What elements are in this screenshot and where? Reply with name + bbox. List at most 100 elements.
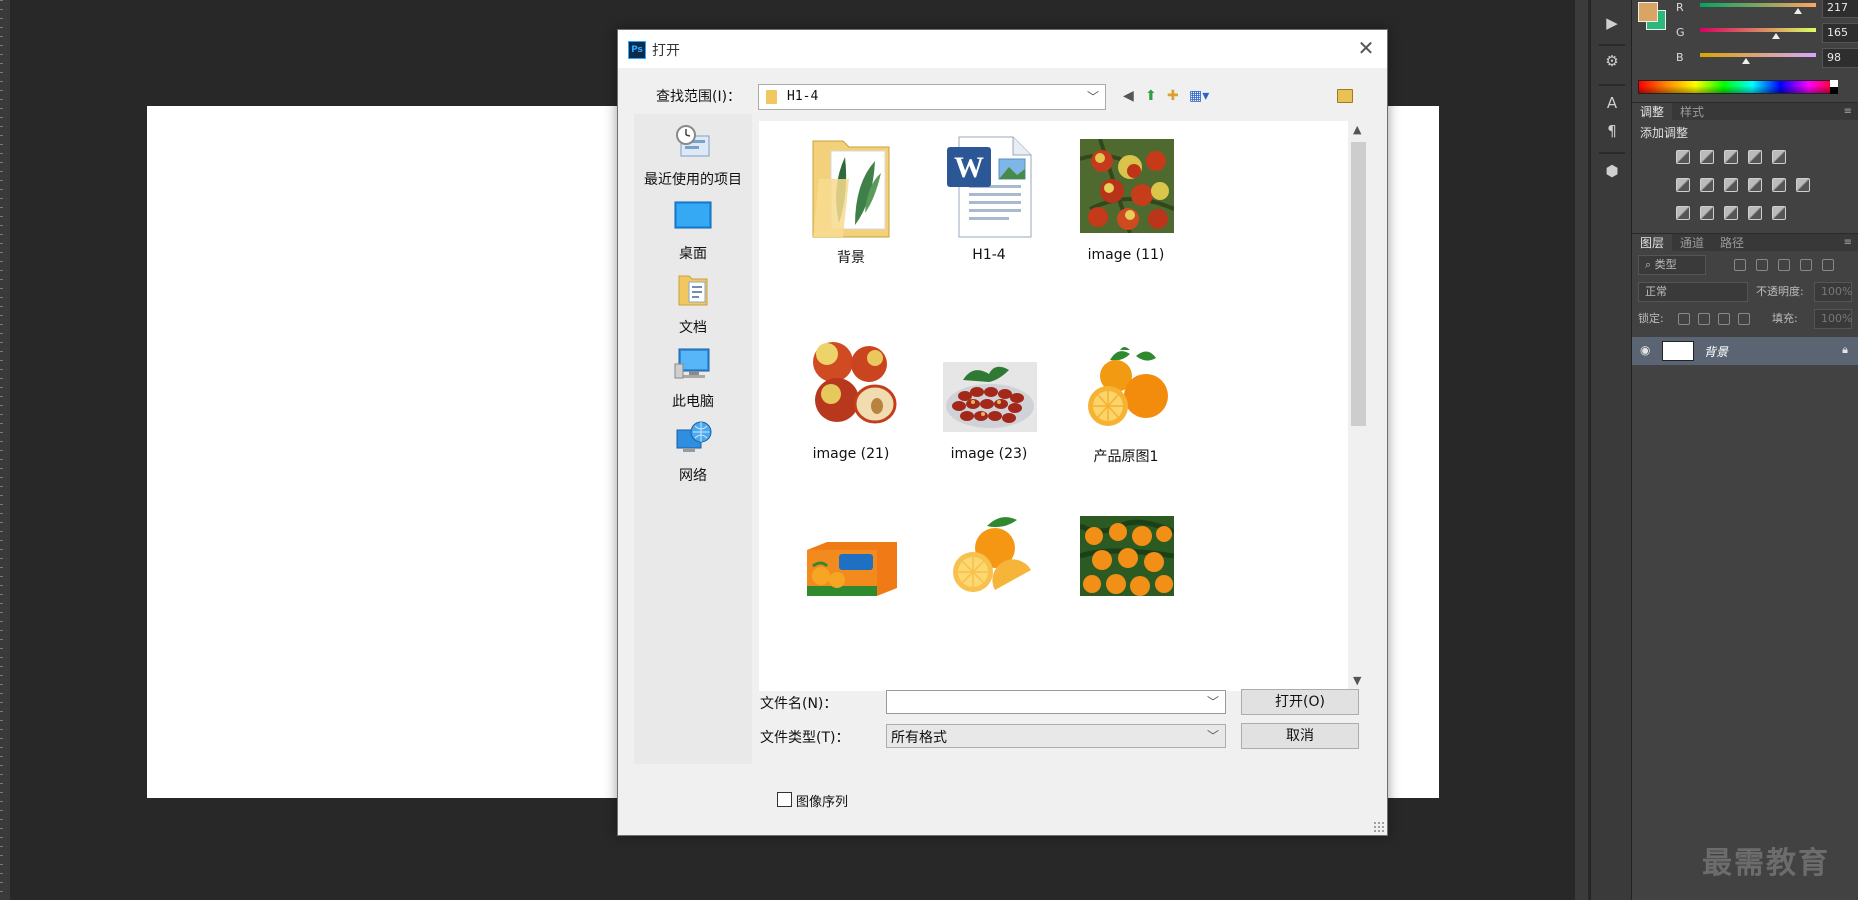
- selective-color-icon[interactable]: [1748, 206, 1762, 220]
- 3d-cube-icon[interactable]: ⬢: [1601, 160, 1623, 182]
- tab-adjustments[interactable]: 调整: [1632, 103, 1673, 121]
- blue-value-field[interactable]: 98: [1822, 48, 1858, 68]
- red-slider-track[interactable]: [1700, 3, 1816, 7]
- file-name: image (21): [812, 446, 890, 462]
- close-button[interactable]: ✕: [1353, 36, 1379, 62]
- filter-shape-icon[interactable]: [1800, 259, 1812, 271]
- jujube-plate-photo: [943, 362, 1037, 432]
- black-white-icon[interactable]: [1724, 178, 1738, 192]
- opacity-field[interactable]: 100%: [1814, 282, 1852, 302]
- back-icon[interactable]: ◀: [1123, 86, 1134, 106]
- blue-slider-thumb[interactable]: [1742, 58, 1750, 64]
- place-desktop[interactable]: 桌面: [634, 198, 752, 263]
- place-documents[interactable]: 文档: [634, 272, 752, 337]
- place-network[interactable]: 网络: [634, 420, 752, 485]
- photo-filter-icon[interactable]: [1748, 178, 1762, 192]
- place-this-pc[interactable]: 此电脑: [634, 346, 752, 411]
- look-in-dropdown[interactable]: H1-4 ﹀: [758, 84, 1106, 110]
- lock-transparent-icon[interactable]: [1678, 313, 1690, 325]
- tab-paths[interactable]: 路径: [1712, 234, 1752, 252]
- layer-filter-select[interactable]: ⌕ 类型: [1638, 255, 1706, 275]
- color-lookup-icon[interactable]: [1796, 178, 1810, 192]
- filter-smart-object-icon[interactable]: [1822, 259, 1834, 271]
- cancel-button[interactable]: 取消: [1241, 723, 1359, 749]
- channel-label-r: R: [1676, 1, 1684, 14]
- filetype-label: 文件类型(T)：: [760, 730, 850, 746]
- filter-adjustment-icon[interactable]: [1756, 259, 1768, 271]
- new-folder-button-icon[interactable]: [1337, 89, 1353, 103]
- image-sequence-label: 图像序列: [796, 795, 849, 810]
- filetype-select[interactable]: 所有格式 ﹀: [886, 724, 1226, 748]
- filter-type-icon[interactable]: [1778, 259, 1790, 271]
- exposure-icon[interactable]: [1748, 150, 1762, 164]
- vibrance-icon[interactable]: [1772, 150, 1786, 164]
- file-name: image (11): [1087, 247, 1165, 263]
- adjustment-icons-row-1: [1676, 150, 1836, 170]
- documents-icon: [678, 275, 708, 306]
- posterize-icon[interactable]: [1700, 206, 1714, 220]
- red-value-field[interactable]: 217: [1822, 0, 1858, 18]
- resize-grip[interactable]: [1373, 821, 1385, 833]
- folder-icon: [766, 90, 777, 104]
- orange-box-photo: [805, 540, 899, 596]
- tab-channels[interactable]: 通道: [1672, 234, 1712, 252]
- brightness-icon[interactable]: [1676, 150, 1690, 164]
- lock-move-icon[interactable]: [1718, 313, 1730, 325]
- place-label: 此电脑: [672, 394, 714, 410]
- paragraph-icon[interactable]: ¶: [1601, 120, 1623, 142]
- hue-saturation-icon[interactable]: [1676, 178, 1690, 192]
- filename-input[interactable]: ﹀: [886, 690, 1226, 714]
- place-recent-items[interactable]: 最近使用的项目: [634, 124, 752, 189]
- green-slider-track[interactable]: [1700, 28, 1816, 32]
- blend-mode-select[interactable]: 正常: [1638, 282, 1748, 302]
- file-name: H1-4: [972, 247, 1006, 263]
- up-folder-icon[interactable]: ⬆: [1145, 86, 1157, 106]
- tab-styles[interactable]: 样式: [1672, 103, 1712, 121]
- green-slider-thumb[interactable]: [1772, 33, 1780, 39]
- filetype-value: 所有格式: [891, 730, 947, 746]
- file-list[interactable]: 背景 W H1-4 image (11) image (21) image (2…: [759, 121, 1369, 691]
- look-in-label: 查找范围(I)：: [656, 89, 742, 105]
- adjustments-tab-bar: 调整 样式 ≡: [1632, 102, 1858, 121]
- look-in-value: H1-4: [787, 89, 819, 104]
- black-white-swatch[interactable]: [1830, 80, 1838, 94]
- view-menu-icon[interactable]: ▦▾: [1189, 86, 1209, 106]
- photoshop-logo-icon: Ps: [628, 41, 646, 59]
- scroll-down-icon[interactable]: ▼: [1353, 674, 1361, 687]
- lock-paint-icon[interactable]: [1698, 313, 1710, 325]
- chevron-down-icon[interactable]: ﹀: [1207, 693, 1219, 710]
- scroll-up-icon[interactable]: ▲: [1353, 123, 1361, 136]
- dialog-titlebar[interactable]: Ps 打开 ✕: [618, 30, 1387, 68]
- levels-icon[interactable]: [1700, 150, 1714, 164]
- color-spectrum-bar[interactable]: [1638, 80, 1838, 94]
- channel-mixer-icon[interactable]: [1772, 178, 1786, 192]
- color-balance-icon[interactable]: [1700, 178, 1714, 192]
- filter-pixel-icon[interactable]: [1734, 259, 1746, 271]
- curves-icon[interactable]: [1724, 150, 1738, 164]
- foreground-color-swatch[interactable]: [1638, 2, 1658, 22]
- tab-layers[interactable]: 图层: [1632, 234, 1673, 252]
- character-icon[interactable]: A: [1601, 92, 1623, 114]
- green-value-field[interactable]: 165: [1822, 23, 1858, 43]
- panel-menu-icon[interactable]: ≡: [1844, 234, 1852, 252]
- gradient-map-icon[interactable]: [1772, 206, 1786, 220]
- layer-row-background[interactable]: ◉ 背景 🔒︎: [1632, 337, 1858, 365]
- fill-field[interactable]: 100%: [1814, 309, 1852, 329]
- open-button[interactable]: 打开(O): [1241, 689, 1359, 715]
- new-folder-icon[interactable]: ✚: [1167, 86, 1179, 106]
- play-icon[interactable]: ▶: [1601, 12, 1623, 34]
- image-sequence-checkbox[interactable]: [777, 792, 792, 807]
- blue-slider-track[interactable]: [1700, 53, 1816, 57]
- properties-icon[interactable]: ⚙: [1601, 50, 1623, 72]
- threshold-icon[interactable]: [1724, 206, 1738, 220]
- invert-icon[interactable]: [1676, 206, 1690, 220]
- file-list-scrollbar[interactable]: ▲ ▼: [1348, 121, 1369, 691]
- visibility-eye-icon[interactable]: ◉: [1640, 343, 1650, 357]
- panel-menu-icon[interactable]: ≡: [1844, 103, 1852, 121]
- place-label: 桌面: [679, 246, 707, 262]
- lock-all-icon[interactable]: [1738, 313, 1750, 325]
- layer-filter-value: 类型: [1654, 258, 1677, 271]
- scroll-thumb[interactable]: [1351, 142, 1366, 426]
- red-slider-thumb[interactable]: [1794, 8, 1802, 14]
- workspace-scrollbar[interactable]: [1575, 0, 1588, 900]
